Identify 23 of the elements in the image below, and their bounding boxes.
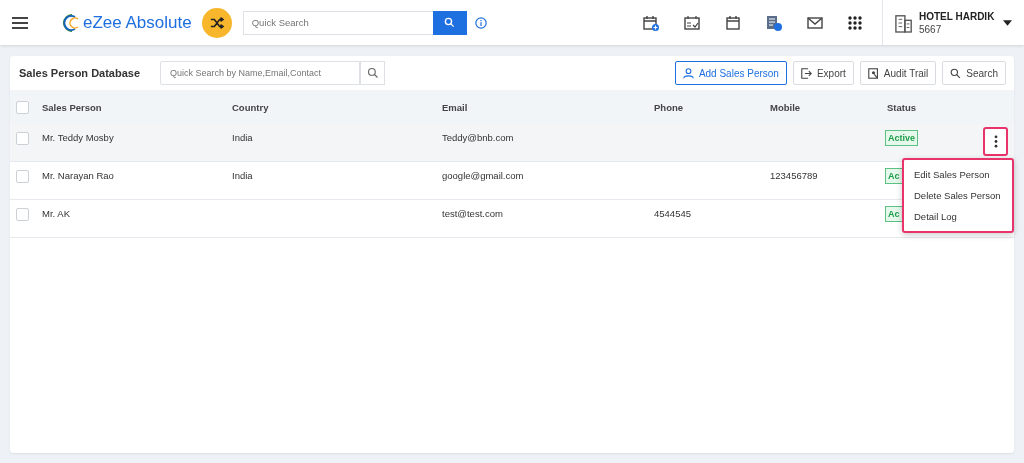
table-cell-text: India [232, 170, 254, 181]
status-badge: Ac [885, 206, 903, 222]
table-cell-text: Mr. Narayan Rao [42, 170, 115, 181]
table-cell-text: India [232, 132, 254, 143]
table-cell-text: google@gmail.com [442, 170, 525, 181]
table-cell-text: Mr. AK [42, 208, 71, 219]
hotel-name: HOTEL HARDIK [919, 10, 995, 22]
status-badge: Ac [885, 168, 903, 184]
hotel-code: 5667 [919, 23, 943, 35]
table-cell-text: 4544545 [654, 208, 692, 219]
table-cell-text: Teddy@bnb.com [442, 132, 515, 143]
table-cell-text: Mr. Teddy Mosby [42, 132, 115, 143]
brand-name: eZee Absolute [83, 12, 192, 33]
column-header: Phone [654, 101, 685, 113]
column-header: Sales Person [42, 101, 103, 113]
panel-title: Sales Person Database [19, 67, 142, 79]
table-cell-text: 123456789 [770, 170, 819, 181]
column-header: Status [887, 101, 918, 113]
status-badge: Active [885, 130, 918, 146]
column-header: Mobile [770, 101, 802, 113]
column-header: Email [442, 101, 469, 113]
table-cell-text: test@test.com [442, 208, 504, 219]
column-header: Country [232, 101, 270, 113]
